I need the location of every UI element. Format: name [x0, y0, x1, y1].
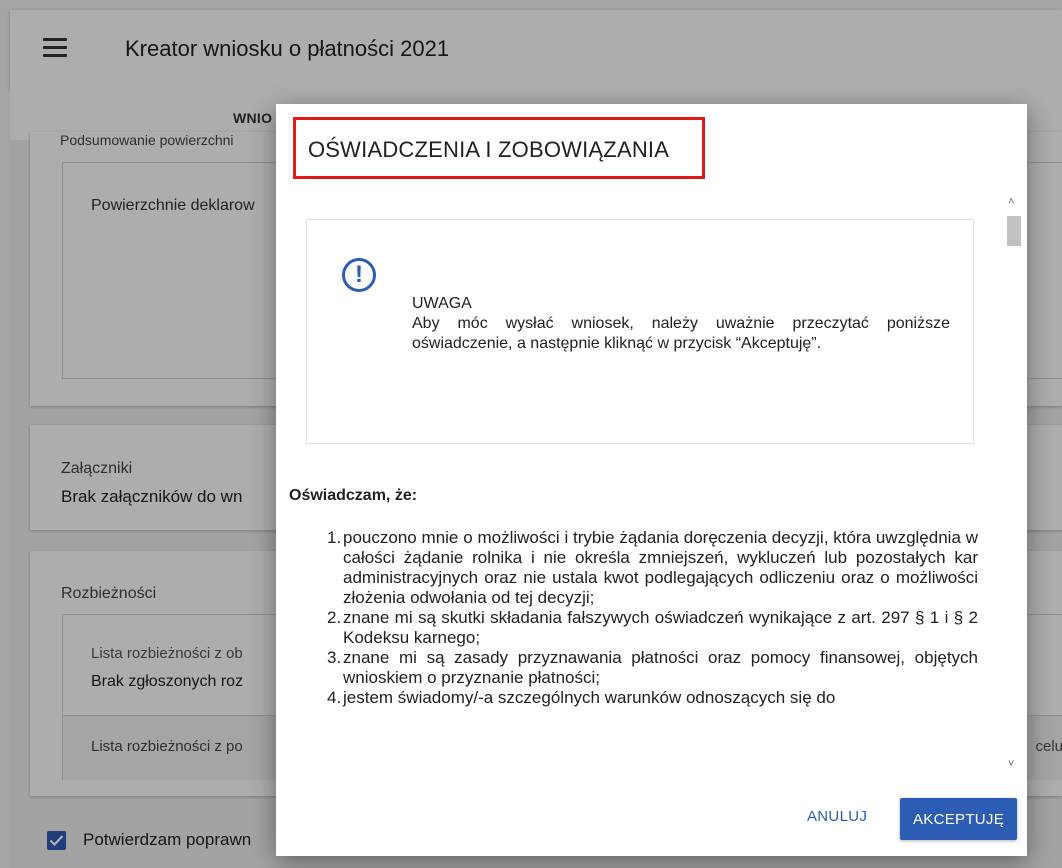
list-item: 3. znane mi są zasady przyznawania płatn… [317, 648, 978, 688]
notice-heading: UWAGA [412, 295, 472, 312]
list-item-number: 2. [327, 608, 342, 627]
dialog-body: ! UWAGA Aby móc wysłać wniosek, należy u… [276, 192, 1027, 774]
list-item-number: 1. [327, 528, 342, 547]
list-item: 1. pouczono mnie o możliwości i trybie ż… [317, 528, 978, 608]
list-item-text: znane mi są zasady przyznawania płatnośc… [343, 648, 978, 687]
chevron-up-icon[interactable]: ˄ [1008, 196, 1014, 208]
notice-text: Aby móc wysłać wniosek, należy uważnie p… [412, 315, 950, 352]
list-item-text: jestem świadomy/-a szczególnych warunków… [343, 688, 836, 707]
declaration-list: 1. pouczono mnie o możliwości i trybie ż… [317, 528, 978, 708]
exclamation-icon: ! [342, 258, 376, 292]
accept-button[interactable]: AKCEPTUJĘ [900, 798, 1017, 840]
dialog-title: OŚWIADCZENIA I ZOBOWIĄZANIA [308, 137, 670, 162]
title-highlight-box: OŚWIADCZENIA I ZOBOWIĄZANIA [293, 117, 705, 179]
list-item-number: 4. [327, 688, 342, 707]
list-item: 4. jestem świadomy/-a szczególnych warun… [317, 688, 978, 708]
cancel-button[interactable]: ANULUJ [799, 798, 875, 834]
dialog-scrollbar[interactable]: ˄ ˅ [1004, 192, 1025, 774]
list-item-number: 3. [327, 648, 342, 667]
dialog-actions: ANULUJ AKCEPTUJĘ [276, 774, 1027, 856]
scrollbar-thumb[interactable] [1007, 216, 1021, 246]
notice-box: ! UWAGA Aby móc wysłać wniosek, należy u… [306, 219, 974, 444]
list-item-text: pouczono mnie o możliwości i trybie żąda… [343, 528, 978, 607]
declarations-dialog: OŚWIADCZENIA I ZOBOWIĄZANIA ! UWAGA Aby … [276, 104, 1027, 856]
list-item-text: znane mi są skutki składania fałszywych … [343, 608, 978, 647]
list-item: 2. znane mi są skutki składania fałszywy… [317, 608, 978, 648]
chevron-down-icon[interactable]: ˅ [1008, 758, 1014, 770]
declaration-heading: Oświadczam, że: [289, 487, 418, 504]
